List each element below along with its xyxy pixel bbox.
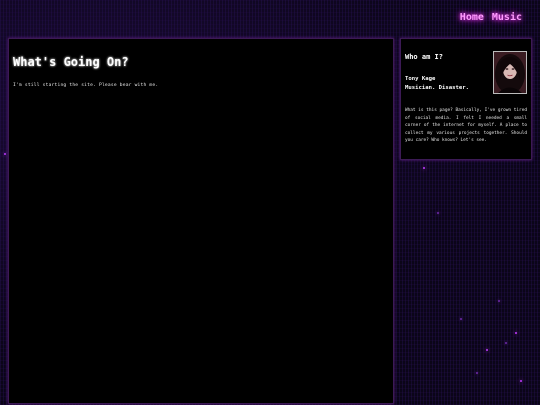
profile-bio: What is this page? Basically, I've grown… (405, 108, 527, 144)
top-nav: Home Music (460, 12, 522, 23)
avatar (493, 51, 527, 94)
nav-home-link[interactable]: Home (460, 12, 484, 23)
nav-music-link[interactable]: Music (492, 12, 522, 23)
main-content-panel: What's Going On? I'm still starting the … (8, 38, 394, 404)
main-title: What's Going On? (13, 55, 129, 69)
avatar-portrait (494, 52, 526, 93)
main-text: I'm still starting the site. Please bear… (13, 83, 159, 88)
about-sidebar: Who am I? Tony Kage Musician. Disaster. … (400, 38, 532, 160)
